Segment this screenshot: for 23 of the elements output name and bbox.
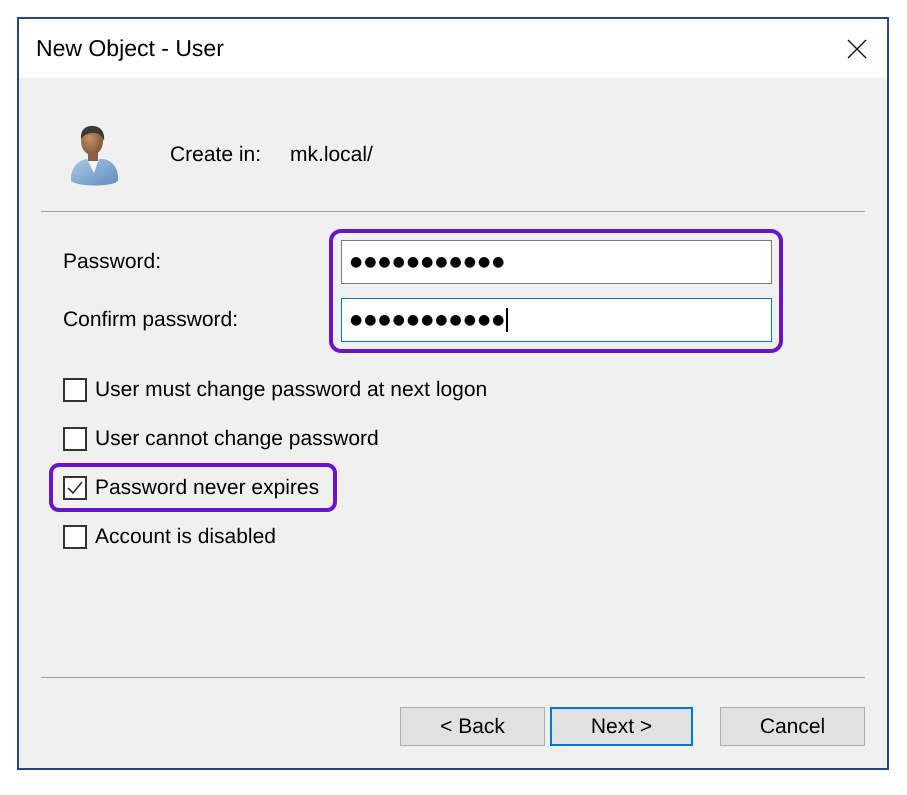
cancel-button[interactable]: Cancel	[720, 707, 865, 746]
checkbox-label[interactable]: User cannot change password	[95, 426, 379, 450]
checkmark-icon	[67, 480, 83, 494]
create-in-label: Create in:	[170, 143, 262, 167]
checkbox[interactable]	[63, 476, 87, 500]
window-title: New Object - User	[36, 35, 225, 62]
close-icon	[847, 38, 867, 58]
checkbox[interactable]	[63, 524, 87, 548]
password-field[interactable]: ●●●●●●●●●●●	[341, 298, 772, 342]
back-button[interactable]: < Back	[400, 707, 545, 746]
create-in-path: mk.local/	[290, 143, 373, 167]
text-cursor	[506, 308, 508, 332]
user-icon	[68, 123, 120, 187]
field-label: Confirm password:	[63, 308, 238, 332]
checkbox-label[interactable]: Account is disabled	[95, 524, 276, 548]
password-field[interactable]: ●●●●●●●●●●●	[341, 240, 772, 284]
checkbox[interactable]	[63, 426, 87, 450]
checkbox-label[interactable]: User must change password at next logon	[95, 378, 488, 402]
field-label: Password:	[63, 250, 162, 274]
checkbox[interactable]	[63, 378, 87, 402]
next-button[interactable]: Next >	[550, 707, 693, 746]
close-button[interactable]	[847, 38, 867, 58]
checkbox-label[interactable]: Password never expires	[95, 476, 320, 500]
